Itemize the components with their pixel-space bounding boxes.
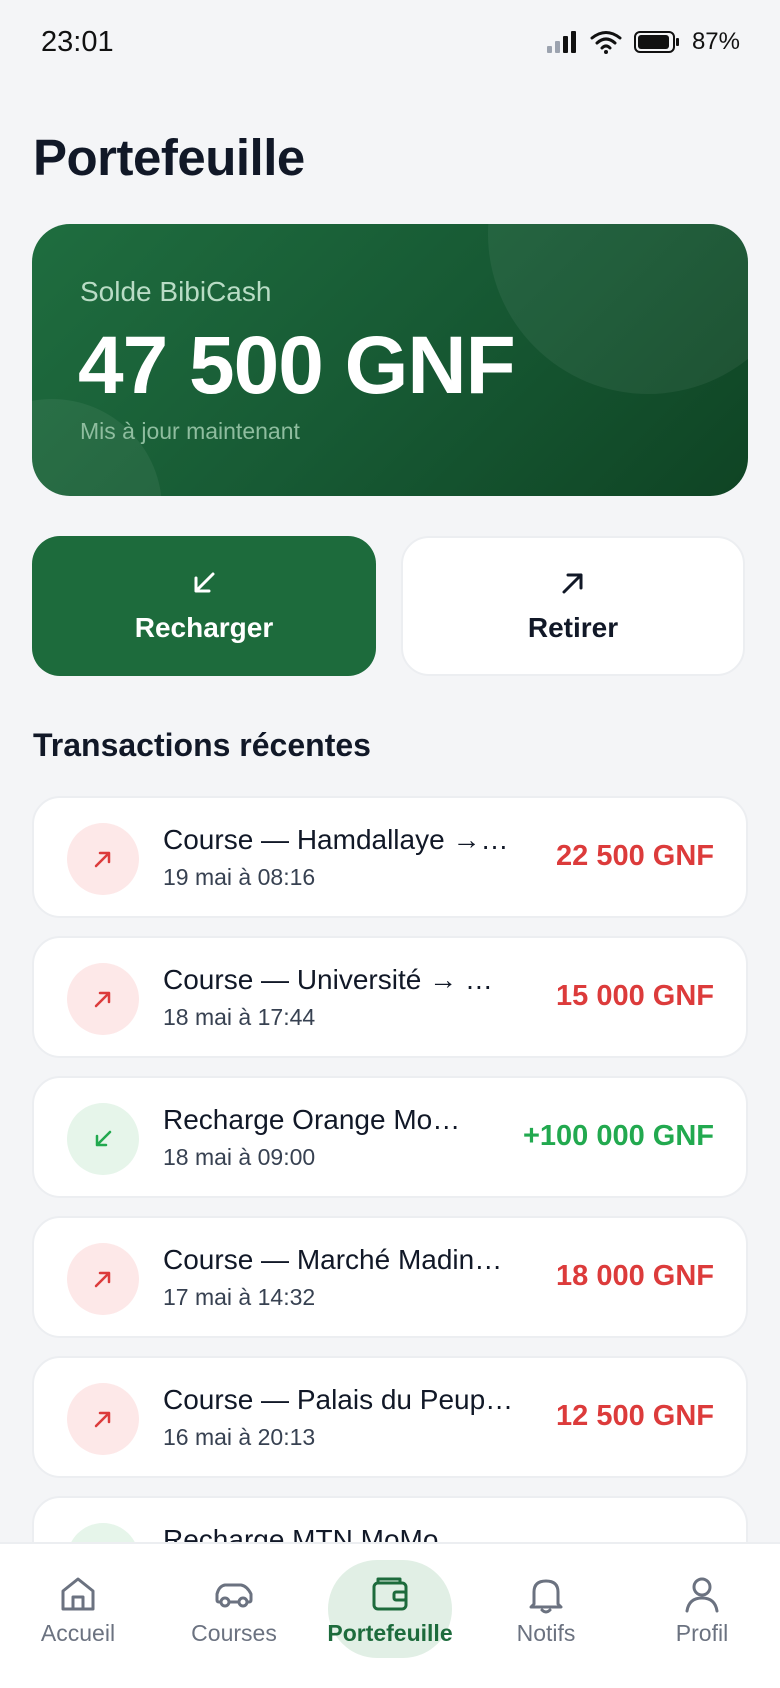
transaction-date: 16 mai à 20:13 — [163, 1424, 316, 1450]
transaction-amount: 18 000 GNF — [556, 1260, 714, 1292]
transaction-item[interactable]: Recharge Orange Mo… 18 mai à 09:00 +100 … — [32, 1076, 748, 1198]
page-title: Portefeuille — [33, 129, 305, 186]
transaction-item[interactable]: Course — Hamdallaye →… 19 mai à 08:16 22… — [32, 796, 748, 918]
status-bar: 23:01 87% — [0, 0, 780, 90]
arrow-up-right-icon — [94, 991, 111, 1008]
transaction-amount: 12 500 GNF — [556, 1400, 714, 1432]
nav-label: Accueil — [40, 1620, 116, 1646]
battery-percent: 87% — [691, 28, 740, 55]
balance-updated: Mis à jour maintenant — [80, 418, 300, 444]
nav-label: Profil — [675, 1620, 729, 1646]
transaction-item[interactable]: Course — Palais du Peup… 16 mai à 20:13 … — [32, 1356, 748, 1478]
transaction-item[interactable]: Course — Université → … 18 mai à 17:44 1… — [32, 936, 748, 1058]
nav-label: Notifs — [516, 1620, 576, 1646]
status-icons: 87% — [546, 28, 740, 56]
debit-badge — [67, 963, 139, 1035]
decorative-circle — [32, 399, 162, 496]
wifi-icon — [590, 31, 622, 54]
withdraw-label: Retirer — [527, 612, 619, 643]
transaction-title: Course — Marché Madin… — [163, 1244, 503, 1275]
transaction-amount: 15 000 GNF — [556, 980, 714, 1012]
balance-amount: 47 500 GNF — [78, 320, 516, 411]
transaction-amount: 22 500 GNF — [556, 840, 714, 872]
status-time: 23:01 — [41, 26, 114, 58]
credit-badge — [67, 1103, 139, 1175]
bell-icon — [529, 1579, 563, 1614]
bottom-nav: Accueil Courses Portefeuille Notifs Prof… — [0, 1542, 780, 1688]
recharge-label: Recharger — [134, 612, 274, 643]
transactions-title: Transactions récentes — [33, 727, 371, 763]
transaction-date: 18 mai à 17:44 — [163, 1004, 316, 1030]
arrow-up-right-icon — [562, 573, 583, 594]
balance-label: Solde BibiCash — [80, 276, 272, 307]
nav-label: Portefeuille — [327, 1620, 453, 1646]
signal-icon — [546, 31, 576, 53]
arrow-down-left-icon — [95, 1130, 112, 1147]
arrow-up-right-icon — [94, 1411, 111, 1428]
nav-label: Courses — [191, 1620, 277, 1646]
transaction-title: Recharge Orange Mo… — [163, 1104, 461, 1135]
debit-badge — [67, 1243, 139, 1315]
debit-badge — [67, 1383, 139, 1455]
nav-item-notifs[interactable]: Notifs — [468, 1544, 624, 1688]
transaction-amount: +100 000 GNF — [522, 1120, 714, 1152]
car-icon — [215, 1583, 253, 1608]
recharge-button[interactable]: Recharger — [32, 536, 376, 676]
nav-item-portefeuille[interactable]: Portefeuille — [312, 1544, 468, 1688]
transaction-title: Course — Université → … — [163, 964, 493, 995]
user-icon — [685, 1577, 719, 1613]
debit-badge — [67, 823, 139, 895]
arrow-up-right-icon — [94, 851, 111, 868]
transaction-date: 19 mai à 08:16 — [163, 864, 316, 890]
arrow-down-left-icon — [194, 572, 215, 593]
decorative-circle — [488, 224, 748, 394]
battery-icon — [633, 31, 679, 53]
transaction-date: 18 mai à 09:00 — [163, 1144, 316, 1170]
nav-item-courses[interactable]: Courses — [156, 1544, 312, 1688]
transaction-title: Course — Palais du Peup… — [163, 1384, 514, 1415]
nav-item-profil[interactable]: Profil — [624, 1544, 780, 1688]
wallet-icon — [372, 1577, 408, 1611]
arrow-up-right-icon — [94, 1271, 111, 1288]
transaction-item[interactable]: Course — Marché Madin… 17 mai à 14:32 18… — [32, 1216, 748, 1338]
home-icon — [61, 1577, 95, 1611]
transaction-date: 17 mai à 14:32 — [163, 1284, 316, 1310]
balance-card: Solde BibiCash 47 500 GNF Mis à jour mai… — [32, 224, 748, 496]
withdraw-button[interactable]: Retirer — [401, 536, 745, 676]
nav-item-accueil[interactable]: Accueil — [0, 1544, 156, 1688]
transaction-title: Course — Hamdallaye →… — [163, 824, 509, 855]
